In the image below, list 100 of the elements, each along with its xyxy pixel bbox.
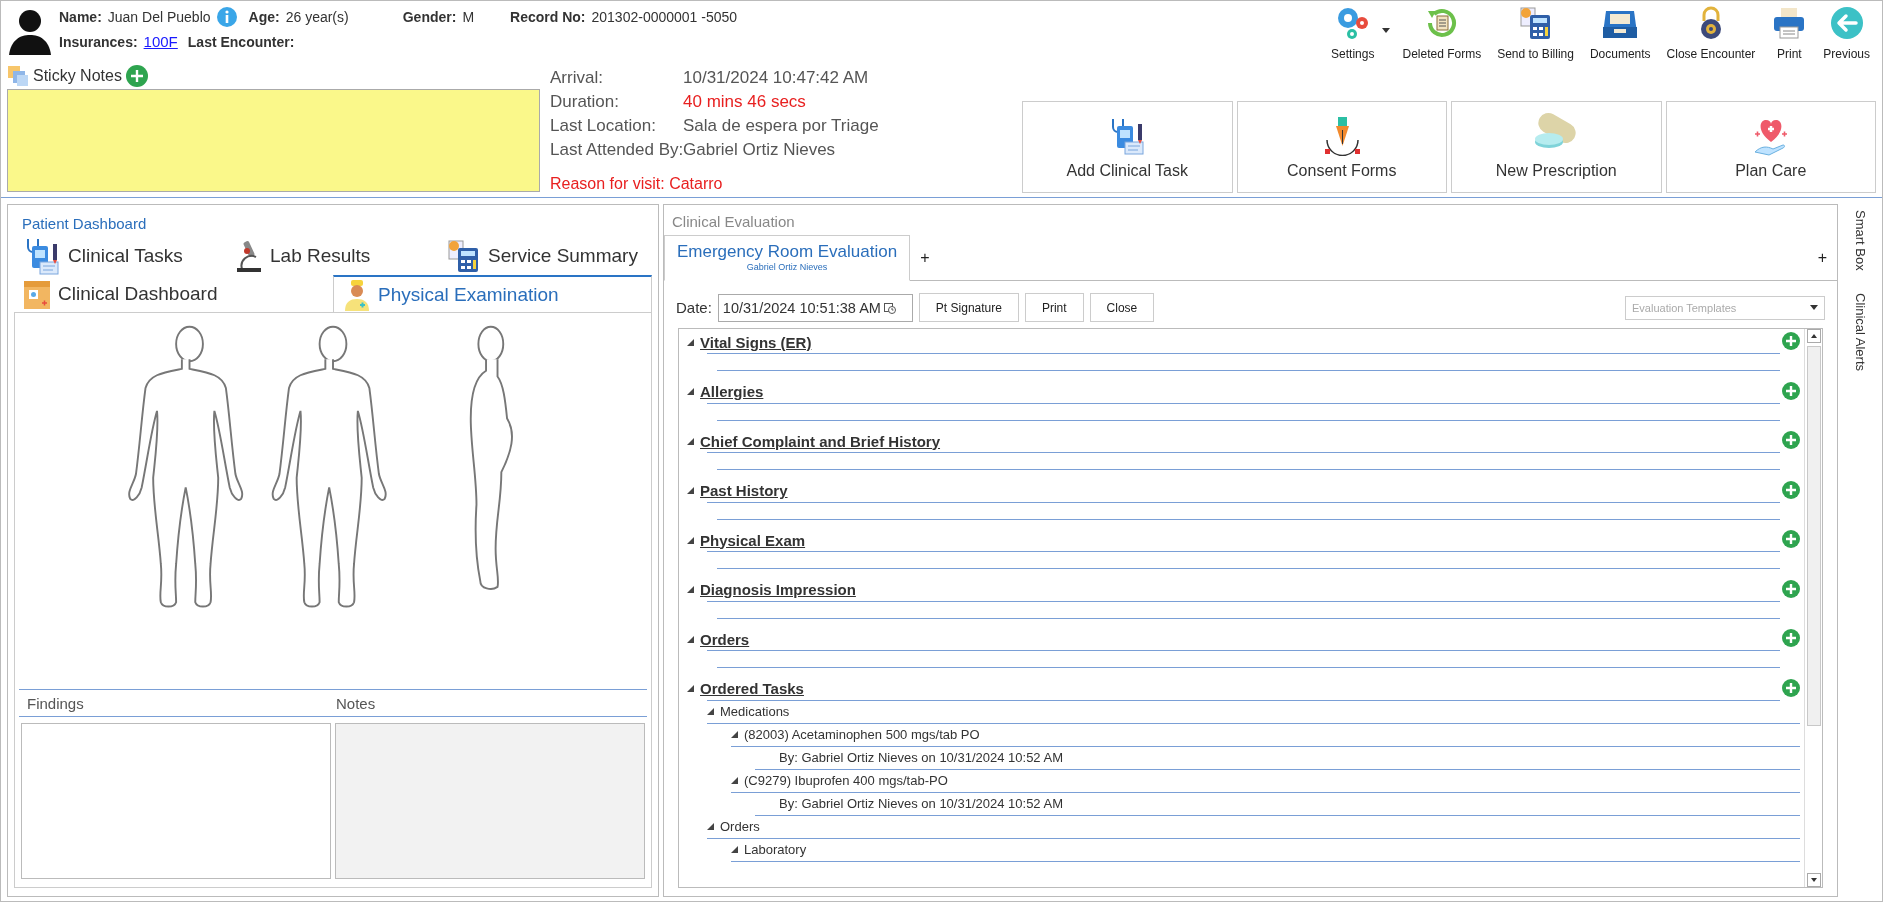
record-label: Record No: <box>510 9 586 25</box>
microscope-icon <box>234 239 264 273</box>
scrollbar[interactable] <box>1804 329 1822 887</box>
toolbar-button[interactable]: Settings <box>1325 5 1393 63</box>
action-button[interactable]: New Prescription <box>1451 101 1662 193</box>
sticky-note-pad[interactable] <box>7 89 540 192</box>
side-tab[interactable]: Clinical Alerts <box>1842 288 1878 375</box>
age-value: 26 year(s) <box>285 9 349 25</box>
info-icon <box>216 7 237 27</box>
evaluation-tab[interactable]: Emergency Room Evaluation Gabriel Ortiz Nieves <box>664 235 911 281</box>
visit-value: Sala de espera por Triage <box>683 116 879 136</box>
toolbar-button[interactable]: Documents <box>1583 5 1657 63</box>
section-title[interactable]: Orders <box>700 630 750 648</box>
plus-icon <box>1782 431 1800 449</box>
tree-item[interactable]: By: Gabriel Ortiz Nieves on 10/31/2024 10:52 AM <box>779 796 1063 811</box>
add-section-button[interactable] <box>1782 530 1800 548</box>
expanded-arrow-icon <box>687 586 694 593</box>
tree-item[interactable]: Medications <box>720 704 790 719</box>
tree-item[interactable]: Laboratory <box>744 842 807 857</box>
section-title[interactable]: Vital Signs (ER) <box>700 333 812 351</box>
insurances-label: Insurances: <box>59 33 138 50</box>
gender-value: M <box>462 9 475 25</box>
plus-icon <box>1782 629 1800 647</box>
sticky-notes-title: Sticky Notes <box>33 67 122 85</box>
side-tab[interactable]: Smart Box <box>1842 206 1878 275</box>
section-title[interactable]: Chief Complaint and Brief History <box>700 432 941 450</box>
plus-icon <box>1782 678 1800 697</box>
action-button[interactable]: Plan Care <box>1665 101 1876 193</box>
add-button[interactable]: + <box>1807 248 1837 267</box>
toolbar-button[interactable]: Previous <box>1817 5 1876 63</box>
action-button[interactable]: Add Clinical Task <box>1022 101 1233 193</box>
visit-label: Duration: <box>550 92 620 112</box>
toolbar-button[interactable]: Close Encounter <box>1660 5 1762 63</box>
plus-icon <box>1782 381 1800 400</box>
plus-icon <box>1782 530 1800 548</box>
calendar-clock-icon <box>883 301 896 314</box>
add-tab-button[interactable]: + <box>910 248 940 267</box>
add-section-button[interactable] <box>1782 579 1800 598</box>
section-title[interactable]: Diagnosis Impression <box>700 581 856 598</box>
visit-label: Last Attended By: <box>550 140 683 160</box>
dropdown-caret-icon <box>1810 305 1818 310</box>
add-section-button[interactable] <box>1782 678 1800 697</box>
toolbar-button[interactable]: Send to Billing <box>1491 5 1580 63</box>
findings-label: Findings <box>27 694 85 712</box>
scroll-up-icon <box>1806 329 1821 343</box>
add-section-button[interactable] <box>1782 381 1800 400</box>
date-field[interactable]: 10/31/2024 10:51:38 AM <box>717 293 913 322</box>
toolbar-button[interactable]: Print <box>1765 5 1814 63</box>
section-title[interactable]: Ordered Tasks <box>700 680 804 697</box>
expanded-arrow-icon <box>687 685 694 692</box>
toolbar-button[interactable]: Print <box>1024 293 1084 322</box>
action-button[interactable]: Consent Forms <box>1236 101 1447 193</box>
plus-icon <box>125 65 148 87</box>
visit-label: Arrival: <box>550 68 604 88</box>
patient-name: Juan Del Pueblo <box>107 9 211 25</box>
notes-field[interactable] <box>335 723 645 879</box>
name-label: Name: <box>59 9 102 25</box>
scroll-down-icon <box>1806 873 1821 887</box>
gender-label: Gender: <box>402 9 457 25</box>
tree-item[interactable]: (C9279) Ibuprofen 400 mgs/tab-PO <box>744 773 948 788</box>
tree-item[interactable]: (82003) Acetaminophen 500 mgs/tab PO <box>744 727 980 742</box>
add-section-button[interactable] <box>1782 480 1800 499</box>
doctor-icon <box>342 277 372 312</box>
expanded-arrow-icon <box>687 487 694 494</box>
avatar-icon <box>7 7 53 55</box>
section-title[interactable]: Past History <box>700 482 788 499</box>
section-title[interactable]: Allergies <box>700 383 764 400</box>
record-number: 201302-0000001 -5050 <box>591 9 738 25</box>
expanded-arrow-icon <box>687 635 694 643</box>
tree-item[interactable]: By: Gabriel Ortiz Nieves on 10/31/2024 10:52 AM <box>779 750 1063 765</box>
visit-value: 40 mins 46 secs <box>683 92 806 112</box>
section-title[interactable]: Physical Exam <box>700 531 806 549</box>
add-section-button[interactable] <box>1782 332 1800 350</box>
findings-field[interactable] <box>21 723 331 879</box>
insurance-link[interactable]: 100F <box>143 33 178 50</box>
expanded-arrow-icon <box>731 731 738 738</box>
scroll-thumb[interactable] <box>1806 346 1821 726</box>
date-label: Date: <box>676 299 712 316</box>
toolbar-button[interactable]: Deleted Forms <box>1396 5 1488 63</box>
add-section-button[interactable] <box>1782 431 1800 449</box>
tab[interactable]: Physical Examination <box>333 275 652 312</box>
expanded-arrow-icon <box>731 777 738 784</box>
back-icon <box>1828 5 1865 41</box>
expanded-arrow-icon <box>687 536 694 544</box>
expanded-arrow-icon <box>687 338 694 346</box>
toolbar-button[interactable]: Close <box>1089 293 1155 322</box>
visit-label: Last Location: <box>550 116 657 136</box>
add-note-button[interactable] <box>125 65 148 87</box>
toolbar-button[interactable]: Pt Signature <box>918 293 1019 322</box>
plus-icon <box>1782 480 1800 499</box>
expanded-arrow-icon <box>707 708 714 715</box>
tree-item[interactable]: Orders <box>720 819 760 834</box>
sticky-notes-icon <box>7 65 29 87</box>
expanded-arrow-icon <box>687 388 694 395</box>
reason-for-visit: Reason for visit: Catarro <box>550 175 724 193</box>
visit-value: 10/31/2024 10:47:42 AM <box>683 68 869 88</box>
add-section-button[interactable] <box>1782 629 1800 647</box>
visit-value: Gabriel Ortiz Nieves <box>683 140 836 160</box>
plus-icon <box>1782 332 1800 350</box>
expanded-arrow-icon <box>707 823 714 830</box>
